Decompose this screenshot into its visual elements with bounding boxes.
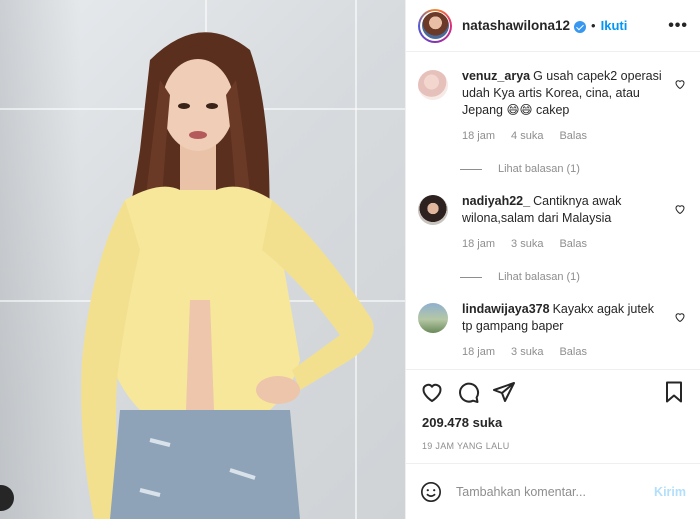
like-comment-heart-icon[interactable] bbox=[674, 311, 686, 323]
commenter-avatar[interactable] bbox=[418, 195, 448, 225]
comment-time[interactable]: 18 jam bbox=[462, 238, 495, 250]
instagram-post-view: natashawilona12 • Ikuti ••• venuz_arya G … bbox=[0, 0, 700, 519]
share-icon[interactable] bbox=[492, 380, 516, 404]
comment-content: nadiyah22_ Cantiknya awak wilona,salam da… bbox=[462, 193, 662, 227]
comment-likes[interactable]: 4 suka bbox=[511, 130, 543, 142]
post-timestamp[interactable]: 19 JAM YANG LALU bbox=[406, 441, 700, 451]
commenter-avatar[interactable] bbox=[418, 70, 448, 100]
comment-content: lindawijaya378 Kayakx agak jutek tp gampa… bbox=[462, 301, 662, 335]
heart-icon[interactable] bbox=[420, 380, 444, 404]
header-separator: • bbox=[591, 18, 596, 33]
comment-time[interactable]: 18 jam bbox=[462, 346, 495, 358]
comment-body: venuz_arya G usah capek2 operasi udah Kya… bbox=[462, 68, 662, 142]
likes-count[interactable]: 209.478 suka bbox=[406, 415, 700, 430]
bookmark-icon[interactable] bbox=[662, 380, 686, 404]
view-replies-button[interactable]: Lihat balasan (1) bbox=[460, 163, 688, 175]
comment-item: venuz_arya G usah capek2 operasi udah Kya… bbox=[418, 68, 688, 142]
avatar[interactable] bbox=[421, 12, 449, 39]
like-comment-heart-icon[interactable] bbox=[674, 203, 686, 215]
post-photo[interactable] bbox=[0, 0, 405, 519]
add-comment-bar: Kirim bbox=[406, 463, 700, 519]
post-author-username[interactable]: natashawilona12 bbox=[462, 18, 570, 33]
comment-likes[interactable]: 3 suka bbox=[511, 238, 543, 250]
comments-list[interactable]: venuz_arya G usah capek2 operasi udah Kya… bbox=[406, 52, 700, 369]
view-replies-label: Lihat balasan (1) bbox=[498, 163, 580, 175]
avatar-border bbox=[420, 10, 450, 41]
comment-meta: 18 jam 4 suka Balas bbox=[462, 130, 662, 142]
comment-input[interactable] bbox=[456, 484, 655, 499]
story-ring[interactable] bbox=[418, 8, 452, 43]
commenter-avatar[interactable] bbox=[418, 303, 448, 333]
verified-badge-icon bbox=[574, 20, 587, 33]
comment-body: lindawijaya378 Kayakx agak jutek tp gampa… bbox=[462, 301, 662, 358]
view-replies-button[interactable]: Lihat balasan (1) bbox=[460, 271, 688, 283]
reply-button[interactable]: Balas bbox=[559, 130, 587, 142]
comment-likes[interactable]: 3 suka bbox=[511, 346, 543, 358]
view-replies-label: Lihat balasan (1) bbox=[498, 271, 580, 283]
reply-button[interactable]: Balas bbox=[559, 238, 587, 250]
follow-button[interactable]: Ikuti bbox=[601, 18, 628, 33]
reply-button[interactable]: Balas bbox=[559, 346, 587, 358]
comment-meta: 18 jam 3 suka Balas bbox=[462, 238, 662, 250]
comment-item: lindawijaya378 Kayakx agak jutek tp gampa… bbox=[418, 301, 688, 358]
post-side-panel: natashawilona12 • Ikuti ••• venuz_arya G … bbox=[405, 0, 700, 519]
replies-divider bbox=[460, 168, 482, 170]
comment-content: venuz_arya G usah capek2 operasi udah Kya… bbox=[462, 68, 662, 119]
replies-divider bbox=[460, 276, 482, 278]
comment-body: nadiyah22_ Cantiknya awak wilona,salam da… bbox=[462, 193, 662, 250]
like-comment-heart-icon[interactable] bbox=[674, 78, 686, 90]
comment-icon[interactable] bbox=[456, 380, 480, 404]
comment-username[interactable]: nadiyah22_ bbox=[462, 194, 530, 208]
post-actions-bar bbox=[406, 369, 700, 413]
more-options-icon[interactable]: ••• bbox=[668, 17, 688, 35]
post-header: natashawilona12 • Ikuti ••• bbox=[406, 0, 700, 52]
comment-meta: 18 jam 3 suka Balas bbox=[462, 346, 662, 358]
comment-username[interactable]: venuz_arya bbox=[462, 69, 530, 83]
emoji-icon[interactable] bbox=[420, 481, 442, 503]
comment-username[interactable]: lindawijaya378 bbox=[462, 302, 550, 316]
comment-item: nadiyah22_ Cantiknya awak wilona,salam da… bbox=[418, 193, 688, 250]
person-figure bbox=[81, 32, 374, 519]
send-comment-button[interactable]: Kirim bbox=[654, 485, 686, 499]
comment-time[interactable]: 18 jam bbox=[462, 130, 495, 142]
